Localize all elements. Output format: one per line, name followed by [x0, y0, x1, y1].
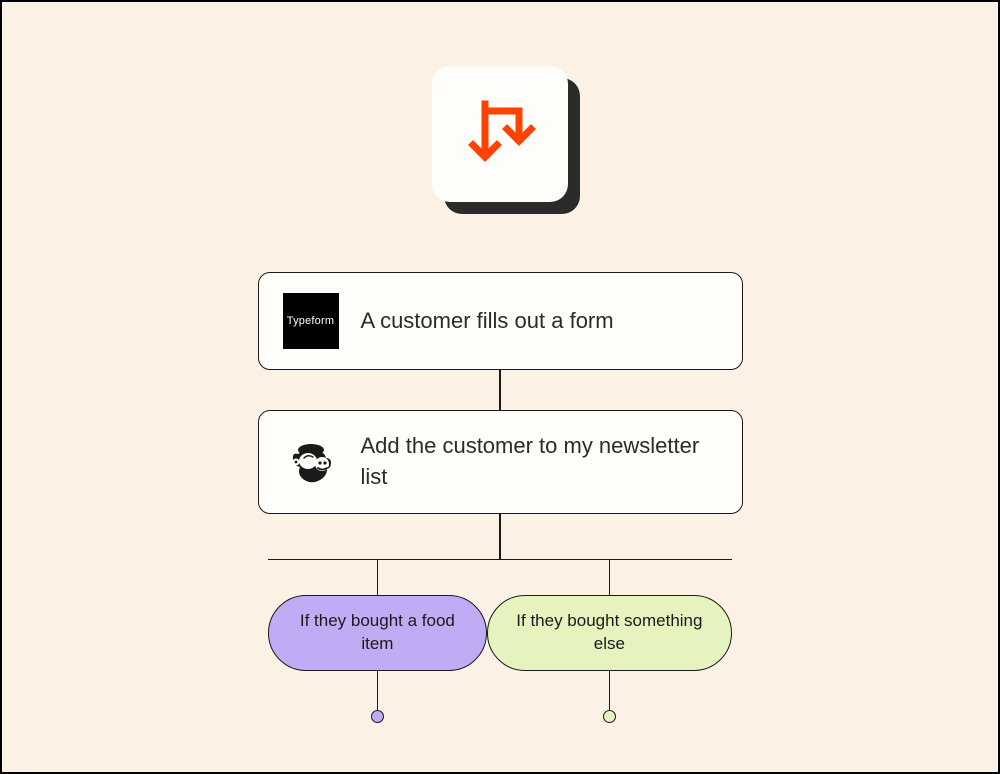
mailchimp-logo-icon: [283, 434, 339, 490]
step-card-mailchimp: Add the customer to my newsletter list: [258, 410, 743, 514]
branch-wrapper: If they bought a food item If they bough…: [268, 560, 732, 723]
connector-line: [499, 370, 501, 410]
connector-line: [609, 671, 611, 711]
connector-line: [377, 560, 379, 595]
branching-arrows-icon: [461, 95, 539, 173]
card: [432, 66, 568, 202]
branch-left: If they bought a food item: [268, 560, 487, 723]
branch-terminal-dot: [603, 710, 616, 723]
branch-right: If they bought something else: [487, 560, 732, 723]
step-description: Add the customer to my newsletter list: [361, 431, 718, 493]
branch-condition-pill: If they bought something else: [487, 595, 732, 671]
connector-line: [499, 514, 501, 559]
branch-label: If they bought something else: [516, 611, 702, 653]
connector-line: [609, 560, 611, 595]
branch-label: If they bought a food item: [300, 611, 455, 653]
connector-line: [377, 671, 379, 711]
workflow-diagram: Typeform A customer fills out a form: [2, 2, 998, 723]
step-description: A customer fills out a form: [361, 306, 614, 337]
step-card-typeform: Typeform A customer fills out a form: [258, 272, 743, 370]
typeform-logo-icon: Typeform: [283, 293, 339, 349]
branch-condition-pill: If they bought a food item: [268, 595, 487, 671]
branch-terminal-dot: [371, 710, 384, 723]
typeform-logo-text: Typeform: [287, 315, 334, 327]
trigger-icon-card: [432, 66, 568, 202]
